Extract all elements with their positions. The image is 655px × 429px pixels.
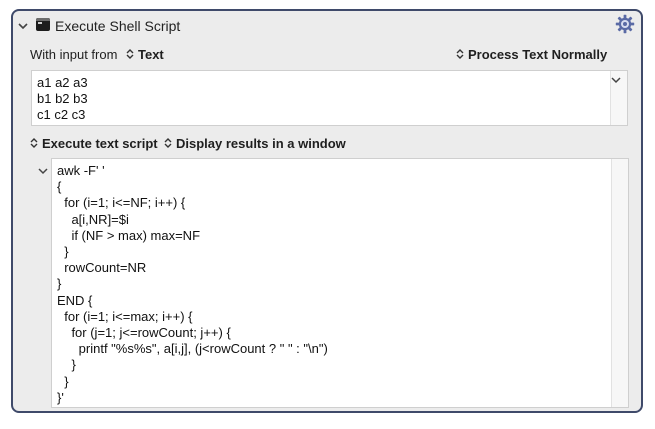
chevron-down-icon[interactable] — [38, 167, 48, 175]
updown-chevron-icon — [30, 138, 38, 148]
input-text-line: a1 a2 a3 — [37, 75, 88, 90]
input-text-line: c1 c2 c3 — [37, 107, 86, 122]
input-text-lines: a1 a2 a3 b1 b2 b3 c1 c2 c3 — [37, 75, 88, 123]
input-text-line: b1 b2 b3 — [37, 91, 88, 106]
execute-mode-value: Execute text script — [42, 136, 158, 151]
input-source-select[interactable]: Text — [126, 47, 164, 62]
updown-chevron-icon — [164, 138, 172, 148]
display-results-value: Display results in a window — [176, 136, 346, 151]
action-panel: Execute Shell Script With input from Tex… — [11, 9, 643, 413]
chevron-down-icon[interactable] — [17, 20, 29, 32]
process-text-value: Process Text Normally — [468, 47, 608, 62]
updown-chevron-icon — [456, 49, 464, 59]
input-from-label: With input from — [30, 47, 118, 62]
input-source-value: Text — [138, 47, 164, 62]
script-text: awk -F' ' { for (i=1; i<=NF; i++) { a[i,… — [57, 163, 328, 405]
chevron-down-icon[interactable] — [611, 76, 621, 84]
script-editor[interactable]: awk -F' ' { for (i=1; i<=NF; i++) { a[i,… — [51, 158, 629, 408]
execute-mode-select[interactable]: Execute text script — [30, 136, 158, 151]
gear-icon[interactable] — [615, 14, 635, 34]
updown-chevron-icon — [126, 49, 134, 59]
display-results-select[interactable]: Display results in a window — [164, 136, 346, 151]
terminal-icon — [36, 18, 50, 31]
input-text-area[interactable]: a1 a2 a3 b1 b2 b3 c1 c2 c3 — [31, 70, 628, 126]
action-title: Execute Shell Script — [55, 18, 181, 34]
script-scrollbar[interactable] — [611, 159, 628, 407]
process-text-select[interactable]: Process Text Normally — [456, 47, 607, 62]
